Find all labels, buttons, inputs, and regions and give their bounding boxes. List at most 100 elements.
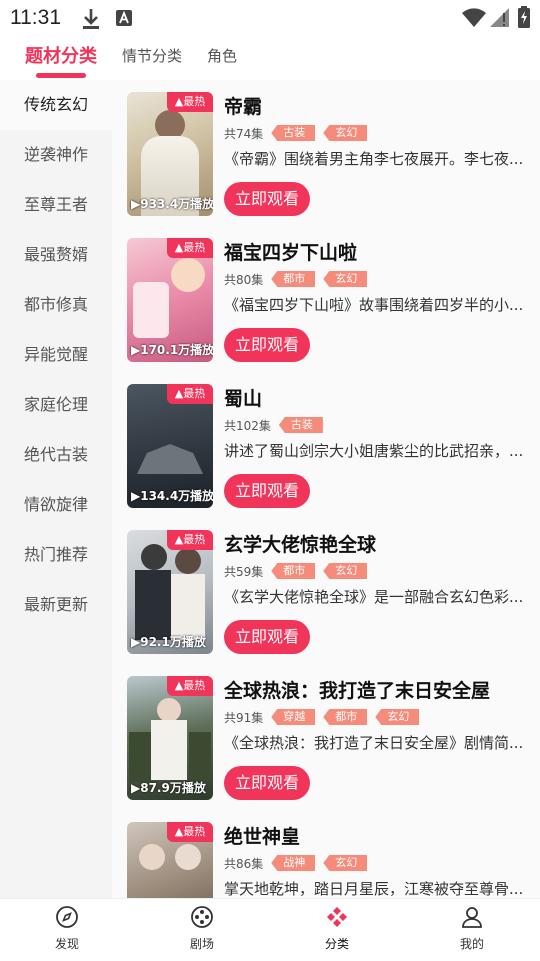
- nav-category[interactable]: 分类: [297, 905, 377, 952]
- genre-tag: 古装: [271, 125, 316, 141]
- flame-icon: ▲: [174, 679, 184, 692]
- sidebar-item-latest[interactable]: 最新更新: [0, 580, 112, 630]
- play-count: ▶170.1万播放: [131, 343, 213, 357]
- drama-meta: 共102集 古装: [224, 416, 323, 434]
- download-icon: [82, 8, 100, 34]
- drama-title[interactable]: 全球热浪：我打造了末日安全屋: [224, 676, 490, 703]
- nav-label: 剧场: [189, 937, 214, 951]
- drama-cover[interactable]: ▲最热 ▶933.4万播放: [127, 92, 213, 216]
- hot-badge: ▲最热: [167, 238, 213, 258]
- hot-badge: ▲最热: [167, 676, 213, 696]
- nav-label: 发现: [54, 937, 79, 951]
- status-bar: 11:31: [0, 0, 540, 36]
- drama-cover[interactable]: ▲最热 ▶170.1万播放: [127, 238, 213, 362]
- drama-meta: 共91集 穿越 都市 玄幻: [224, 708, 420, 726]
- sidebar-item-urban-cultivation[interactable]: 都市修真: [0, 280, 112, 330]
- drama-description: 《全球热浪：我打造了末日安全屋》剧情简...: [224, 734, 524, 752]
- flame-icon: ▲: [174, 825, 184, 838]
- drama-list: ▲最热 ▶933.4万播放 帝霸 共74集 古装 玄幻 《帝霸》围绕着男主角李七…: [112, 80, 540, 898]
- category-diamond-icon: [325, 905, 349, 929]
- category-sidebar: 传统玄幻 逆袭神作 至尊王者 最强赘婿 都市修真 异能觉醒 家庭伦理 绝代古装 …: [0, 80, 112, 898]
- flame-icon: ▲: [174, 533, 184, 546]
- nav-discover[interactable]: 发现: [27, 905, 107, 952]
- hot-badge: ▲最热: [167, 92, 213, 112]
- flame-icon: ▲: [174, 387, 184, 400]
- person-icon: [460, 905, 484, 929]
- drama-description: 《玄学大佬惊艳全球》是一部融合玄幻色彩...: [224, 588, 524, 606]
- genre-tag: 玄幻: [375, 709, 420, 725]
- drama-meta: 共74集 古装 玄幻: [224, 124, 368, 142]
- watch-now-button[interactable]: 立即观看: [224, 766, 310, 800]
- tab-active-indicator: [36, 73, 86, 78]
- sidebar-item-son-in-law[interactable]: 最强赘婿: [0, 230, 112, 280]
- drama-card[interactable]: ▲最热 ▶933.4万播放 帝霸 共74集 古装 玄幻 《帝霸》围绕着男主角李七…: [112, 80, 540, 226]
- font-icon: [116, 10, 132, 30]
- watch-now-button[interactable]: 立即观看: [224, 182, 310, 216]
- drama-description: 讲述了蜀山剑宗大小姐唐紫尘的比武招亲，...: [224, 442, 524, 460]
- sidebar-item-superpower[interactable]: 异能觉醒: [0, 330, 112, 380]
- hot-badge: ▲最热: [167, 822, 213, 842]
- play-count: ▶134.4万播放: [131, 489, 213, 503]
- drama-cover[interactable]: ▲最热 ▶134.4万播放: [127, 384, 213, 508]
- genre-tag: 穿越: [271, 709, 316, 725]
- flame-icon: ▲: [174, 95, 184, 108]
- genre-tag: 都市: [271, 271, 316, 287]
- battery-icon: [518, 6, 530, 32]
- drama-meta: 共86集 战神 玄幻: [224, 854, 368, 872]
- drama-card[interactable]: ▲最热 绝世神皇 共86集 战神 玄幻 掌天地乾坤，踏日月星辰，江寒被夺至尊骨.…: [112, 810, 540, 898]
- drama-title[interactable]: 蜀山: [224, 384, 262, 411]
- genre-tag: 玄幻: [323, 271, 368, 287]
- bottom-nav: 发现 剧场 分类 我的: [0, 898, 540, 961]
- watch-now-button[interactable]: 立即观看: [224, 328, 310, 362]
- episode-count: 共74集: [224, 126, 264, 141]
- nav-theater[interactable]: 剧场: [162, 905, 242, 952]
- drama-card[interactable]: ▲最热 ▶87.9万播放 全球热浪：我打造了末日安全屋 共91集 穿越 都市 玄…: [112, 664, 540, 810]
- sidebar-item-supreme-king[interactable]: 至尊王者: [0, 180, 112, 230]
- sidebar-item-comeback[interactable]: 逆袭神作: [0, 130, 112, 180]
- episode-count: 共80集: [224, 272, 264, 287]
- drama-title[interactable]: 玄学大佬惊艳全球: [224, 530, 376, 557]
- tab-genre[interactable]: 题材分类: [25, 42, 97, 68]
- hot-badge: ▲最热: [167, 384, 213, 404]
- wifi-icon: [462, 8, 486, 32]
- genre-tag: 古装: [278, 417, 323, 433]
- tab-plot[interactable]: 情节分类: [122, 45, 182, 66]
- genre-tag: 战神: [271, 855, 316, 871]
- drama-meta: 共59集 都市 玄幻: [224, 562, 368, 580]
- watch-now-button[interactable]: 立即观看: [224, 620, 310, 654]
- sidebar-item-family[interactable]: 家庭伦理: [0, 380, 112, 430]
- drama-description: 掌天地乾坤，踏日月星辰，江寒被夺至尊骨...: [224, 880, 524, 898]
- drama-card[interactable]: ▲最热 ▶170.1万播放 福宝四岁下山啦 共80集 都市 玄幻 《福宝四岁下山…: [112, 226, 540, 372]
- tab-role[interactable]: 角色: [207, 45, 237, 66]
- drama-description: 《福宝四岁下山啦》故事围绕着四岁半的小...: [224, 296, 524, 314]
- drama-card[interactable]: ▲最热 ▶92.1万播放 玄学大佬惊艳全球 共59集 都市 玄幻 《玄学大佬惊艳…: [112, 518, 540, 664]
- play-count: ▶933.4万播放: [131, 197, 213, 211]
- sidebar-item-hot[interactable]: 热门推荐: [0, 530, 112, 580]
- drama-meta: 共80集 都市 玄幻: [224, 270, 368, 288]
- drama-card[interactable]: ▲最热 ▶134.4万播放 蜀山 共102集 古装 讲述了蜀山剑宗大小姐唐紫尘的…: [112, 372, 540, 518]
- sidebar-item-costume[interactable]: 绝代古装: [0, 430, 112, 480]
- hot-badge: ▲最热: [167, 530, 213, 550]
- drama-cover[interactable]: ▲最热 ▶92.1万播放: [127, 530, 213, 654]
- drama-title[interactable]: 帝霸: [224, 92, 262, 119]
- genre-tag: 玄幻: [323, 855, 368, 871]
- episode-count: 共86集: [224, 856, 264, 871]
- sidebar-item-romance[interactable]: 情欲旋律: [0, 480, 112, 530]
- play-count: ▶92.1万播放: [131, 635, 206, 649]
- nav-profile[interactable]: 我的: [432, 905, 512, 952]
- flame-icon: ▲: [174, 241, 184, 254]
- play-count: ▶87.9万播放: [131, 781, 206, 795]
- top-tabs: 题材分类 情节分类 角色: [0, 36, 540, 80]
- genre-tag: 都市: [271, 563, 316, 579]
- drama-cover[interactable]: ▲最热 ▶87.9万播放: [127, 676, 213, 800]
- compass-icon: [55, 905, 79, 929]
- watch-now-button[interactable]: 立即观看: [224, 474, 310, 508]
- genre-tag: 玄幻: [323, 125, 368, 141]
- drama-title[interactable]: 福宝四岁下山啦: [224, 238, 357, 265]
- genre-tag: 都市: [323, 709, 368, 725]
- episode-count: 共59集: [224, 564, 264, 579]
- sidebar-item-traditional-fantasy[interactable]: 传统玄幻: [0, 80, 112, 130]
- drama-title[interactable]: 绝世神皇: [224, 822, 300, 849]
- drama-cover[interactable]: ▲最热: [127, 822, 213, 898]
- genre-tag: 玄幻: [323, 563, 368, 579]
